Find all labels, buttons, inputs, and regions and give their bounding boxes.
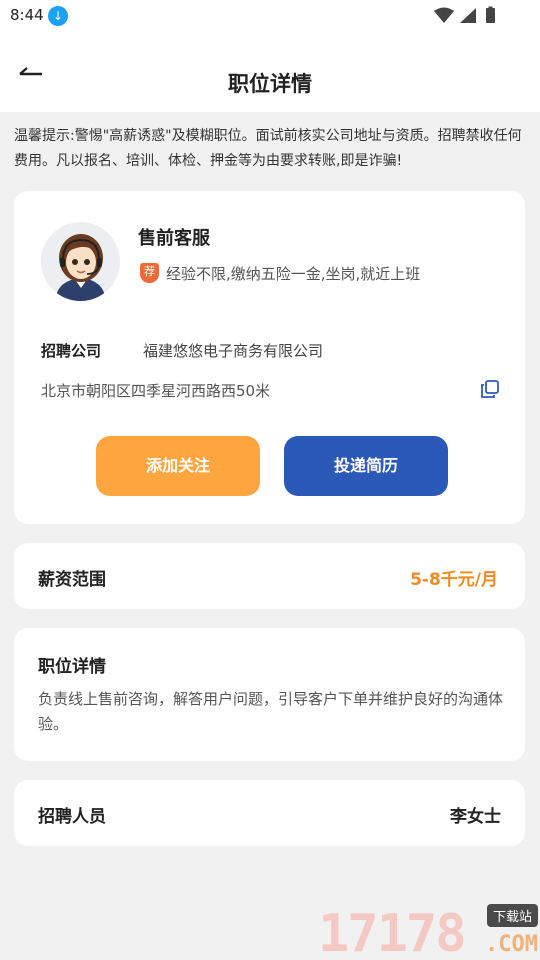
- detail-title: 职位详情: [38, 657, 106, 677]
- avatar: [41, 222, 120, 301]
- watermark-number: 17178: [318, 904, 467, 960]
- follow-button[interactable]: 添加关注: [96, 436, 260, 496]
- job-detail-card: 职位详情 负责线上售前咨询，解答用户问题，引导客户下单并维护良好的沟通体验。: [14, 628, 525, 761]
- salary-value: 5-8千元/月: [410, 570, 498, 590]
- wifi-icon: [434, 7, 454, 23]
- salary-card: 薪资范围 5-8千元/月: [14, 543, 525, 609]
- status-icons: [432, 6, 506, 30]
- company-address: 北京市朝阳区四季星河西路西50米: [41, 382, 271, 400]
- nav-bar: 职位详情: [0, 32, 540, 112]
- recruiter-name: 李女士: [450, 807, 501, 827]
- company-name: 福建悠悠电子商务有限公司: [143, 342, 324, 360]
- job-title: 售前客服: [138, 228, 210, 249]
- recruiter-label: 招聘人员: [38, 807, 106, 827]
- watermark-suffix: .COM: [485, 932, 538, 957]
- apply-resume-button[interactable]: 投递简历: [284, 436, 448, 496]
- detail-description: 负责线上售前咨询，解答用户问题，引导客户下单并维护良好的沟通体验。: [38, 690, 504, 733]
- recruiter-card: 招聘人员 李女士: [14, 780, 525, 846]
- status-time: 8:44: [10, 6, 44, 24]
- company-label: 招聘公司: [41, 342, 102, 360]
- copy-icon[interactable]: [480, 379, 500, 399]
- warning-notice: 温馨提示:警惕"高薪诱惑"及模糊职位。面试前核实公司地址与资质。招聘禁收任何费用…: [14, 128, 522, 169]
- status-bar: 8:44 ↓: [0, 0, 540, 32]
- site-watermark: 17178 下载站 .COM: [314, 898, 540, 960]
- page-title: 职位详情: [228, 72, 312, 96]
- recommend-badge-icon: 荐: [140, 263, 159, 283]
- battery-icon: [486, 8, 495, 23]
- signal-icon: [460, 8, 476, 23]
- download-icon: ↓: [48, 6, 68, 26]
- salary-label: 薪资范围: [38, 570, 106, 590]
- job-tags: 经验不限,缴纳五险一金,坐岗,就近上班: [166, 265, 421, 283]
- watermark-tag: 下载站: [486, 904, 538, 927]
- job-info-card: 售前客服 荐 经验不限,缴纳五险一金,坐岗,就近上班 招聘公司 福建悠悠电子商务…: [14, 191, 525, 524]
